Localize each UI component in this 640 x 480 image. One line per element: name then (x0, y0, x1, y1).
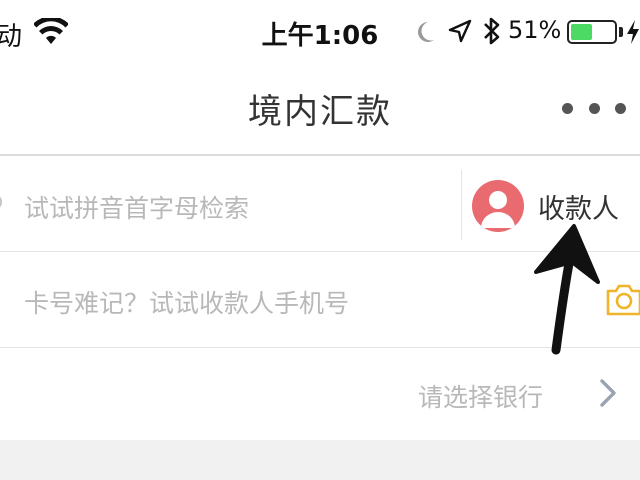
ellipsis-dot-icon (562, 102, 573, 114)
bank-select-value: 请选择银行 (418, 383, 544, 412)
ellipsis-dot-icon (588, 102, 600, 114)
charging-bolt-icon (627, 20, 639, 44)
more-options-button[interactable] (562, 98, 626, 118)
navigation-bar: 境内汇款 (0, 62, 640, 156)
camera-icon[interactable] (604, 280, 640, 320)
section-separator (0, 440, 640, 480)
screen: 动 上午1:06 51% 境内汇款 试试拼音首字母检索 收款人 卡号难记？试试收… (0, 0, 640, 480)
payee-search-row: 试试拼音首字母检索 收款人 (0, 158, 640, 252)
bluetooth-icon (484, 17, 500, 45)
row-divider (461, 170, 462, 240)
bank-select-row[interactable]: 请选择银行 (0, 348, 640, 440)
bank-icon (0, 382, 8, 406)
location-arrow-icon (448, 19, 472, 43)
status-bar: 动 上午1:06 51% (0, 0, 640, 62)
payee-search-placeholder: 试试拼音首字母检索 (24, 194, 250, 223)
card-number-row: 卡号难记？试试收款人手机号 (0, 252, 640, 348)
person-silhouette-icon (481, 191, 515, 228)
chevron-right-icon (600, 379, 616, 407)
payee-button[interactable]: 收款人 (472, 176, 640, 236)
person-avatar-icon (472, 180, 524, 232)
battery-level-fill (571, 24, 593, 40)
page-title: 境内汇款 (248, 92, 392, 132)
battery-icon (567, 20, 617, 44)
ellipsis-dot-icon (615, 102, 626, 114)
battery-tip (619, 27, 623, 37)
battery-percent: 51% (508, 16, 562, 44)
payee-button-label: 收款人 (538, 193, 619, 225)
moon-icon (418, 22, 434, 42)
card-number-placeholder: 卡号难记？试试收款人手机号 (24, 289, 350, 318)
